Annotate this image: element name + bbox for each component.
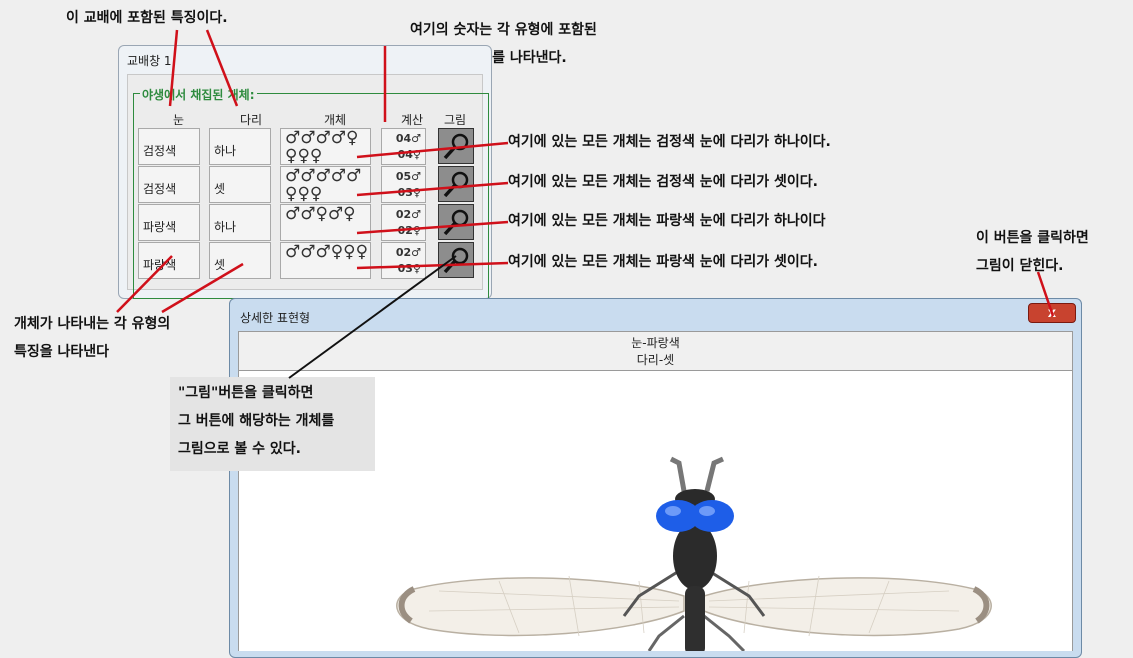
row-3-male-count: 02♂ — [395, 208, 421, 221]
row-4-male-count: 02♂ — [395, 246, 421, 259]
row-2-picture-button[interactable] — [438, 166, 474, 202]
phenotype-leg: 다리-셋 — [636, 353, 675, 367]
header-count: 계산 — [401, 113, 424, 127]
row-note-4: 여기에 있는 모든 개체는 파랑색 눈에 다리가 셋이다. — [508, 254, 818, 270]
row-2-individuals: ♂♂♂♂♂♀♀♀ — [280, 166, 371, 203]
row-4-picture-button[interactable] — [438, 242, 474, 278]
header-individuals: 개체 — [324, 113, 347, 127]
cross-window: 교배창 1 야생에서 채집된 개체: 눈 다리 개체 계산 그림 검정색 하나 … — [118, 45, 492, 299]
row-3-leg-text: 하나 — [214, 220, 237, 234]
phenotype-eye: 눈-파랑색 — [631, 336, 680, 350]
cross-features-note: 이 교배에 포함된 특징이다. — [66, 10, 228, 26]
phenotype-header: 눈-파랑색 다리-셋 — [238, 331, 1073, 371]
row-3-count: 02♂ 02♀ — [381, 204, 426, 241]
row-note-1: 여기에 있는 모든 개체는 검정색 눈에 다리가 하나이다. — [508, 134, 831, 150]
row-3-individuals: ♂♂♀♂♀ — [280, 204, 371, 241]
row-3-leg: 하나 — [209, 204, 271, 241]
row-4-eye: 파랑색 — [138, 242, 200, 279]
row-4-leg-text: 셋 — [214, 258, 226, 272]
row-1-picture-button[interactable] — [438, 128, 474, 164]
row-4-female-count: 03♀ — [397, 262, 421, 275]
close-button[interactable]: x — [1028, 303, 1076, 323]
header-picture: 그림 — [444, 113, 467, 127]
row-1-leg-text: 하나 — [214, 144, 237, 158]
cross-window-body: 야생에서 채집된 개체: 눈 다리 개체 계산 그림 검정색 하나 ♂♂♂♂♀♀… — [127, 74, 489, 299]
magnifier-icon — [443, 247, 469, 274]
row-1-male-count: 04♂ — [395, 132, 421, 145]
row-3-eye: 파랑색 — [138, 204, 200, 241]
picture-note-line-3: 그림으로 볼 수 있다. — [178, 441, 301, 457]
row-3-picture-button[interactable] — [438, 204, 474, 240]
row-1-count: 04♂ 04♀ — [381, 128, 426, 165]
row-2-eye-text: 검정색 — [143, 182, 177, 196]
row-1-eye: 검정색 — [138, 128, 200, 165]
row-4-eye-text: 파랑색 — [143, 258, 177, 272]
row-4-individuals: ♂♂♂♀♀♀ — [280, 242, 371, 279]
row-note-2: 여기에 있는 모든 개체는 검정색 눈에 다리가 셋이다. — [508, 174, 818, 190]
row-1-symbols: ♂♂♂♂♀♀♀♀ — [285, 128, 359, 166]
header-leg: 다리 — [240, 113, 263, 127]
row-note-3: 여기에 있는 모든 개체는 파랑색 눈에 다리가 하나이다 — [508, 213, 826, 229]
detail-window: 상세한 표현형 x 눈-파랑색 다리-셋 — [229, 298, 1082, 658]
type-note: 개체가 나타내는 각 유형의 특징을 나타낸다 — [14, 310, 170, 366]
row-1-eye-text: 검정색 — [143, 144, 177, 158]
row-2-leg: 셋 — [209, 166, 271, 203]
row-1-leg: 하나 — [209, 128, 271, 165]
row-3-symbols: ♂♂♀♂♀ — [285, 204, 356, 224]
header-eye: 눈 — [173, 113, 185, 127]
collected-group-label: 야생에서 채집된 개체: — [140, 86, 257, 103]
row-3-female-count: 02♀ — [397, 224, 421, 237]
type-note-line-2: 특징을 나타낸다 — [14, 344, 110, 360]
row-4-leg: 셋 — [209, 242, 271, 279]
picture-note-line-1: "그림"버튼을 클릭하면 — [178, 385, 314, 401]
picture-note: "그림"버튼을 클릭하면 그 버튼에 해당하는 개체를 그림으로 볼 수 있다. — [170, 377, 375, 471]
row-2-female-count: 03♀ — [397, 186, 421, 199]
magnifier-icon — [443, 209, 469, 236]
close-note-line-1: 이 버튼을 클릭하면 — [976, 230, 1089, 246]
row-2-count: 05♂ 03♀ — [381, 166, 426, 203]
detail-window-title: 상세한 표현형 — [240, 311, 311, 325]
row-2-symbols: ♂♂♂♂♂♀♀♀ — [285, 166, 362, 204]
row-4-count: 02♂ 03♀ — [381, 242, 426, 279]
picture-note-line-2: 그 버튼에 해당하는 개체를 — [178, 413, 335, 429]
row-1-female-count: 04♀ — [397, 148, 421, 161]
close-note-line-2: 그림이 닫힌다. — [976, 258, 1064, 274]
type-note-line-1: 개체가 나타내는 각 유형의 — [14, 316, 171, 332]
row-2-eye: 검정색 — [138, 166, 200, 203]
row-3-eye-text: 파랑색 — [143, 220, 177, 234]
row-1-individuals: ♂♂♂♂♀♀♀♀ — [280, 128, 371, 165]
row-4-symbols: ♂♂♂♀♀♀ — [285, 242, 369, 262]
cross-window-title: 교배창 1 — [127, 54, 172, 68]
count-note-line-1: 여기의 숫자는 각 유형에 포함된 — [410, 22, 597, 38]
row-2-leg-text: 셋 — [214, 182, 226, 196]
row-2-male-count: 05♂ — [395, 170, 421, 183]
magnifier-icon — [443, 133, 469, 160]
close-note: 이 버튼을 클릭하면 그림이 닫힌다. — [976, 224, 1089, 280]
magnifier-icon — [443, 171, 469, 198]
